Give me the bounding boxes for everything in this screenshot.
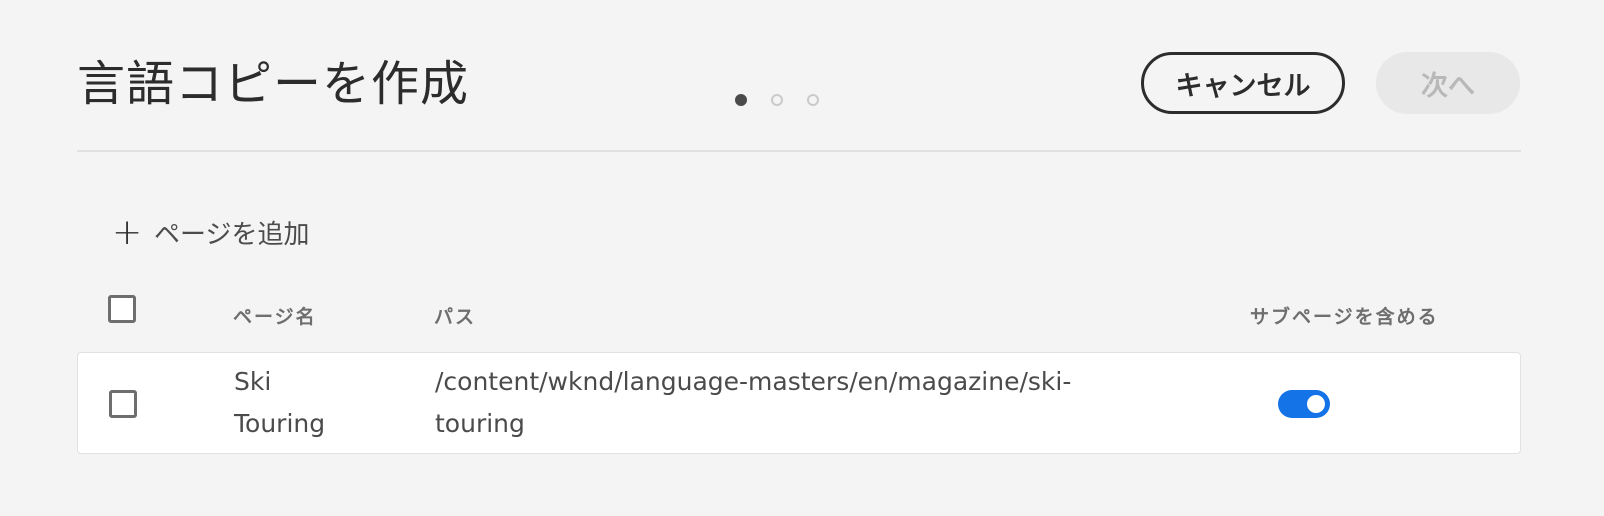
table-header: ページ名 パス サブページを含める xyxy=(77,290,1521,350)
step-dot-1 xyxy=(735,94,747,106)
page-name-cell: Ski Touring xyxy=(234,361,325,445)
toggle-knob xyxy=(1307,395,1325,413)
cancel-button[interactable]: キャンセル xyxy=(1141,52,1345,114)
row-select-checkbox[interactable] xyxy=(109,390,137,418)
select-all-checkbox[interactable] xyxy=(108,295,136,323)
page-name-line-2: Touring xyxy=(234,409,326,438)
column-header-page-name: ページ名 xyxy=(233,306,317,328)
step-dot-2 xyxy=(771,94,783,106)
column-header-path: パス xyxy=(434,306,477,328)
wizard-header: 言語コピーを作成 キャンセル 次へ xyxy=(77,40,1521,152)
add-page-label: ページを追加 xyxy=(154,220,310,250)
next-button[interactable]: 次へ xyxy=(1376,52,1520,114)
include-subpages-toggle[interactable] xyxy=(1278,390,1330,418)
plus-icon: + xyxy=(112,211,143,253)
page-name-line-1: Ski xyxy=(234,367,272,396)
path-line-1: /content/wknd/language-masters/en/magazi… xyxy=(435,367,1072,396)
path-cell: /content/wknd/language-masters/en/magazi… xyxy=(435,361,1071,445)
pages-table: ページ名 パス サブページを含める Ski Touring /content/w… xyxy=(77,290,1521,454)
table-row[interactable]: Ski Touring /content/wknd/language-maste… xyxy=(77,352,1521,454)
add-page-button[interactable]: + ページを追加 xyxy=(112,214,309,251)
column-header-include-subpages: サブページを含める xyxy=(1250,306,1439,328)
page-title: 言語コピーを作成 xyxy=(77,56,470,112)
path-line-2: touring xyxy=(435,409,525,438)
step-dot-3 xyxy=(807,94,819,106)
step-indicator xyxy=(735,94,819,106)
